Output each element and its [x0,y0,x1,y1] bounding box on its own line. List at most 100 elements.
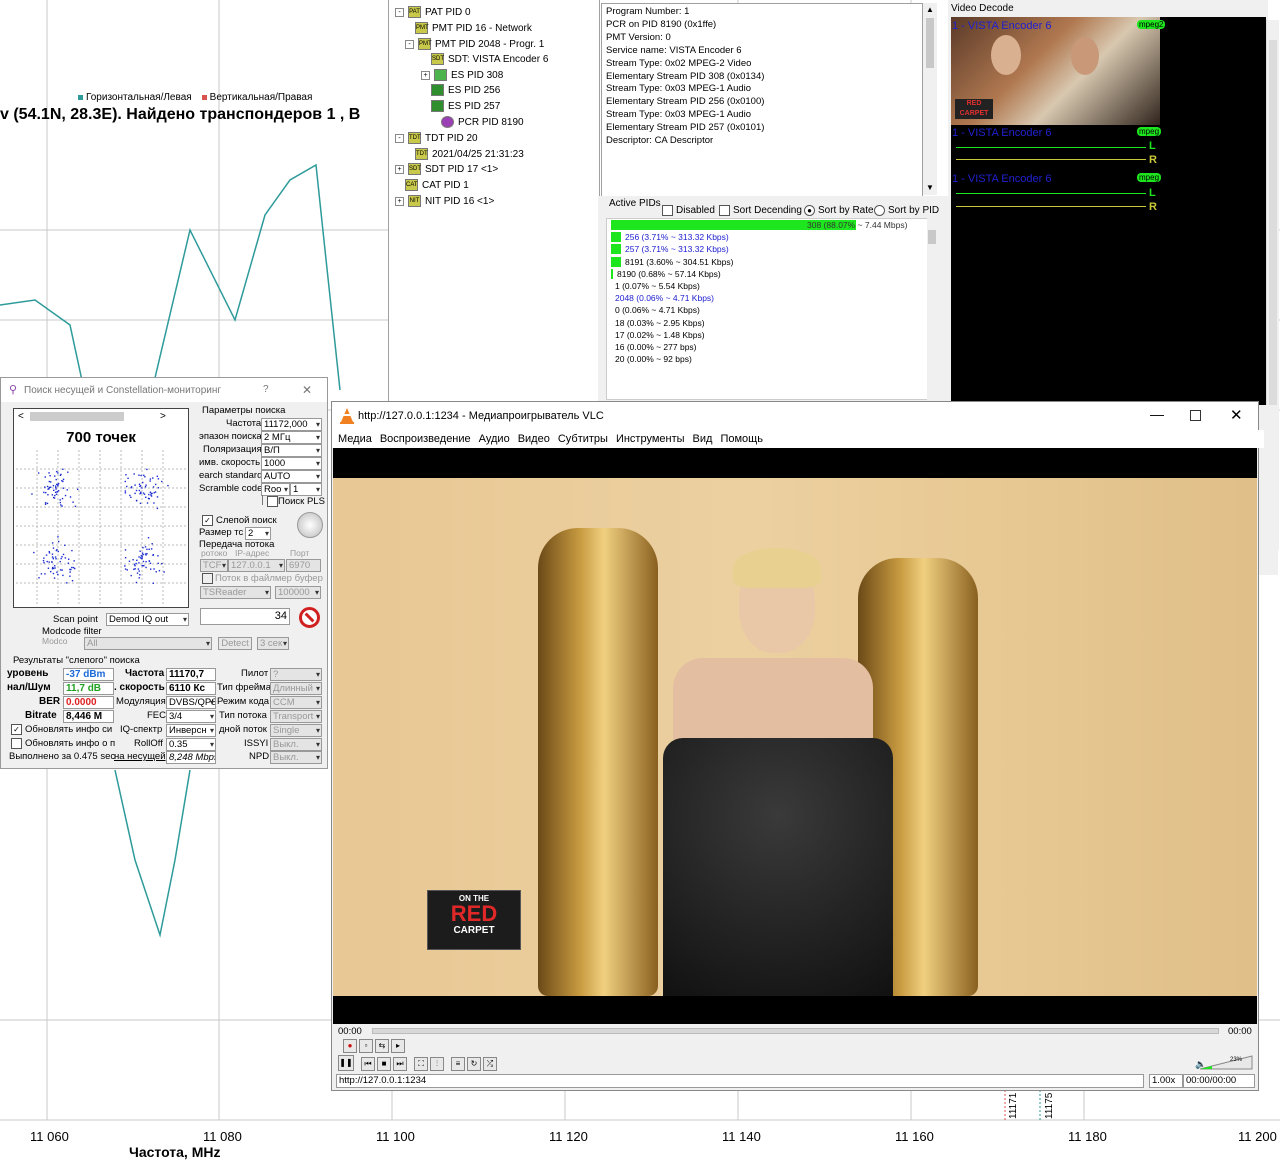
pilot-value[interactable]: ? [270,668,322,681]
pid-row[interactable]: 2048 (0.06% ~ 4.71 Kbps) [611,293,714,303]
tree-item-cat[interactable]: CAT CAT PID 1 [405,179,469,191]
pid-row[interactable]: 0 (0.06% ~ 4.71 Kbps) [611,305,700,315]
detect-button[interactable]: Detect [218,637,252,650]
close-icon[interactable]: ✕ [1230,406,1243,424]
pids-scrollbar[interactable] [927,218,937,403]
scroll-up-icon[interactable]: ▲ [926,5,934,14]
reader-select[interactable]: TSReader [200,586,271,599]
tree-item-pat[interactable]: - PAT PAT PID 0 [395,6,471,18]
vlc-titlebar[interactable]: http://127.0.0.1:1234 - Медиапроигрывате… [332,402,1258,430]
pid-row[interactable]: 17 (0.02% ~ 1.48 Kbps) [611,330,705,340]
scroll-thumb[interactable] [928,230,936,244]
record-icon[interactable]: ● [343,1039,357,1053]
time-field[interactable]: 00:00/00:00 [1183,1074,1255,1088]
update-info-checkbox[interactable]: ✓ [11,724,22,735]
pid-row[interactable]: 308 (88.07% ~ 7.44 Mbps) [611,220,907,230]
file-checkbox[interactable] [202,573,213,584]
satellite-icon[interactable] [297,512,323,538]
vlc-menu-item[interactable]: Инструменты [616,433,685,445]
vlc-menu-item[interactable]: Помощь [720,433,763,445]
polarization-select[interactable]: В/П [261,444,322,457]
maximize-icon[interactable] [1190,410,1201,421]
sort-pid-radio[interactable] [874,205,885,216]
interval-select[interactable]: 3 сек [257,637,289,650]
video-area[interactable]: ON THE RED CARPET [333,448,1257,1024]
tree-item-sdt[interactable]: SDT SDT: VISTA Encoder 6 [431,53,548,65]
vlc-menu-item[interactable]: Субтитры [558,433,608,445]
pid-row[interactable]: 20 (0.00% ~ 92 bps) [611,354,692,364]
slider-thumb[interactable] [30,412,124,421]
fec-value[interactable]: 3/4 [166,710,216,723]
stop-search-icon[interactable] [299,607,320,628]
iq-value[interactable]: Инверсн [166,724,216,737]
tree-item-sdt17[interactable]: + SDT SDT PID 17 <1> [395,163,498,175]
modcode-select[interactable]: All [84,637,212,650]
tree-item-pmt2048[interactable]: - PMT PMT PID 2048 - Progr. 1 [405,38,544,50]
next-icon[interactable]: ⏭ [393,1057,407,1071]
tree-item-tdt[interactable]: - TDT TDT PID 20 [395,132,478,144]
frame-value[interactable]: Длинный [270,682,322,695]
input-stream-value[interactable]: Single [270,724,322,737]
blind-search-checkbox[interactable]: ✓ [202,515,213,526]
protocol-select[interactable]: TCF [200,559,228,572]
close-icon[interactable]: ✕ [302,383,312,397]
tree-item-es256[interactable]: ES PID 256 [431,84,500,96]
snapshot-icon[interactable]: ▫ [359,1039,373,1053]
rolloff-value[interactable]: 0.35 [166,738,216,751]
tree-item-nit[interactable]: + NIT NIT PID 16 <1> [395,195,494,207]
range-select[interactable]: 2 МГц [261,431,322,444]
slider-right-icon[interactable]: > [160,411,166,422]
vlc-menu-item[interactable]: Воспроизведение [380,433,471,445]
ip-select[interactable]: 127.0.0.1 [228,559,285,572]
prev-icon[interactable]: ⏮ [361,1057,375,1071]
url-field[interactable]: http://127.0.0.1:1234 [336,1074,1144,1088]
pid-row[interactable]: 18 (0.03% ~ 2.95 Kbps) [611,318,705,328]
tree-item-date[interactable]: TDT 2021/04/25 21:31:23 [415,148,524,160]
tree-item-es257[interactable]: ES PID 257 [431,100,500,112]
scroll-down-icon[interactable]: ▼ [926,183,934,192]
frequency-input[interactable]: 11172,000 [261,418,322,431]
tree-item-pcr[interactable]: PCR PID 8190 [441,116,524,128]
playlist-icon[interactable]: ≡ [451,1057,465,1071]
pause-icon[interactable]: ❚❚ [338,1055,354,1071]
buffer-input[interactable]: 100000 [275,586,321,599]
tree-item-es308[interactable]: + ES PID 308 [421,69,503,81]
code-mode-value[interactable]: CCM [270,696,322,709]
loop-icon[interactable]: ↻ [467,1057,481,1071]
stop-icon[interactable]: ■ [377,1057,391,1071]
stream-type-value[interactable]: Transport [270,710,322,723]
vlc-menu-item[interactable]: Аудио [479,433,510,445]
slider-left-icon[interactable]: < [18,411,24,422]
port-input[interactable]: 6970 [286,559,321,572]
vlc-menu-item[interactable]: Медиа [338,433,372,445]
tree-item-pmt16[interactable]: PMT PMT PID 16 - Network [415,22,532,34]
sort-desc-checkbox[interactable] [719,205,730,216]
scramble-code-input[interactable]: 1 [290,483,322,496]
extended-settings-icon[interactable]: ⫶ [430,1057,444,1071]
info-scrollbar[interactable]: ▲ ▼ [923,3,937,195]
pid-row[interactable]: 16 (0.00% ~ 277 bps) [611,342,697,352]
speaker-icon[interactable]: 🔈 [1195,1059,1206,1070]
sort-rate-radio[interactable]: ● [804,205,815,216]
search-standard-select[interactable]: AUTO [261,470,322,483]
pls-checkbox[interactable] [267,496,278,507]
scroll-thumb[interactable] [926,18,934,68]
vlc-menu-item[interactable]: Вид [693,433,713,445]
disabled-checkbox[interactable] [662,205,673,216]
scramble-select[interactable]: Roo [261,483,290,496]
issyi-value[interactable]: Выкл. [270,738,322,751]
pid-row[interactable]: 256 (3.71% ~ 313.32 Kbps) [611,232,729,243]
pid-row[interactable]: 257 (3.71% ~ 313.32 Kbps) [611,244,729,255]
fullscreen-icon[interactable]: ⛶ [414,1057,428,1071]
minimize-icon[interactable]: — [1150,406,1164,422]
vlc-menu-item[interactable]: Видео [518,433,550,445]
pid-row[interactable]: 8191 (3.60% ~ 304.51 Kbps) [611,256,733,267]
shuffle-icon[interactable]: ⤮ [483,1057,497,1071]
update-info2-checkbox[interactable] [11,738,22,749]
pid-row[interactable]: 8190 (0.68% ~ 57.14 Kbps) [611,268,721,279]
seek-bar[interactable] [372,1028,1219,1034]
scan-point-select[interactable]: Demod IQ out [106,613,189,626]
help-icon[interactable]: ? [263,384,269,395]
symbol-rate-select[interactable]: 1000 [261,457,322,470]
speed-field[interactable]: 1.00x [1149,1074,1183,1088]
